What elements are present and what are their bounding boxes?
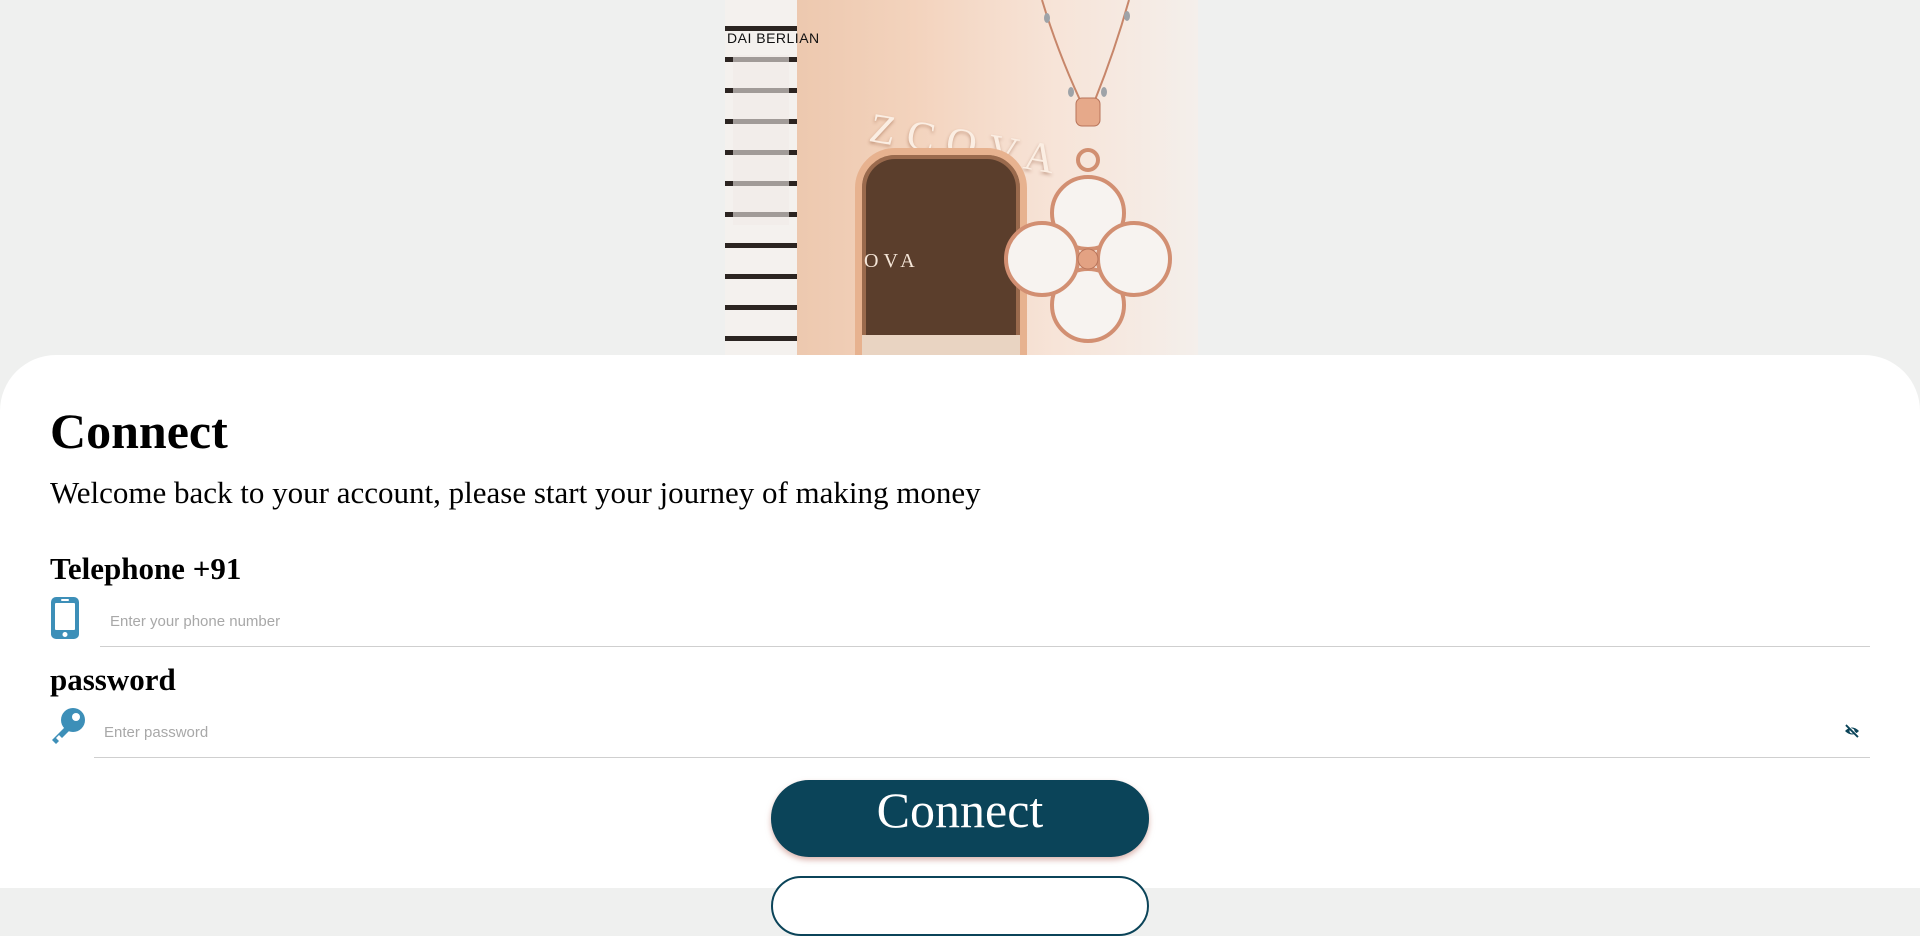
phone-icon	[51, 597, 79, 639]
phone-input[interactable]	[100, 596, 1870, 646]
secondary-button[interactable]	[771, 876, 1149, 936]
hero-image: DAI BERLIAN ZCOVA OVA	[725, 0, 1198, 360]
eye-slash-icon[interactable]	[1844, 724, 1860, 738]
password-input[interactable]	[94, 707, 1870, 757]
key-icon	[52, 708, 85, 744]
pendant-necklace-image	[1004, 0, 1172, 343]
page-subtitle: Welcome back to your account, please sta…	[50, 475, 981, 510]
hand-photo-decoration	[733, 55, 789, 225]
connect-button[interactable]: Connect	[771, 780, 1149, 857]
password-field-row	[50, 707, 1870, 758]
password-input-wrapper	[94, 707, 1870, 758]
page-title: Connect	[50, 403, 228, 459]
phone-input-wrapper	[100, 596, 1870, 647]
phone-field-row	[50, 596, 1870, 647]
phone-label: Telephone +91	[50, 551, 242, 586]
login-card: Connect Welcome back to your account, pl…	[0, 355, 1920, 936]
password-label: password	[50, 662, 176, 697]
mirror-sign-text: OVA	[864, 250, 920, 272]
store-sign-text: DAI BERLIAN	[727, 30, 820, 46]
